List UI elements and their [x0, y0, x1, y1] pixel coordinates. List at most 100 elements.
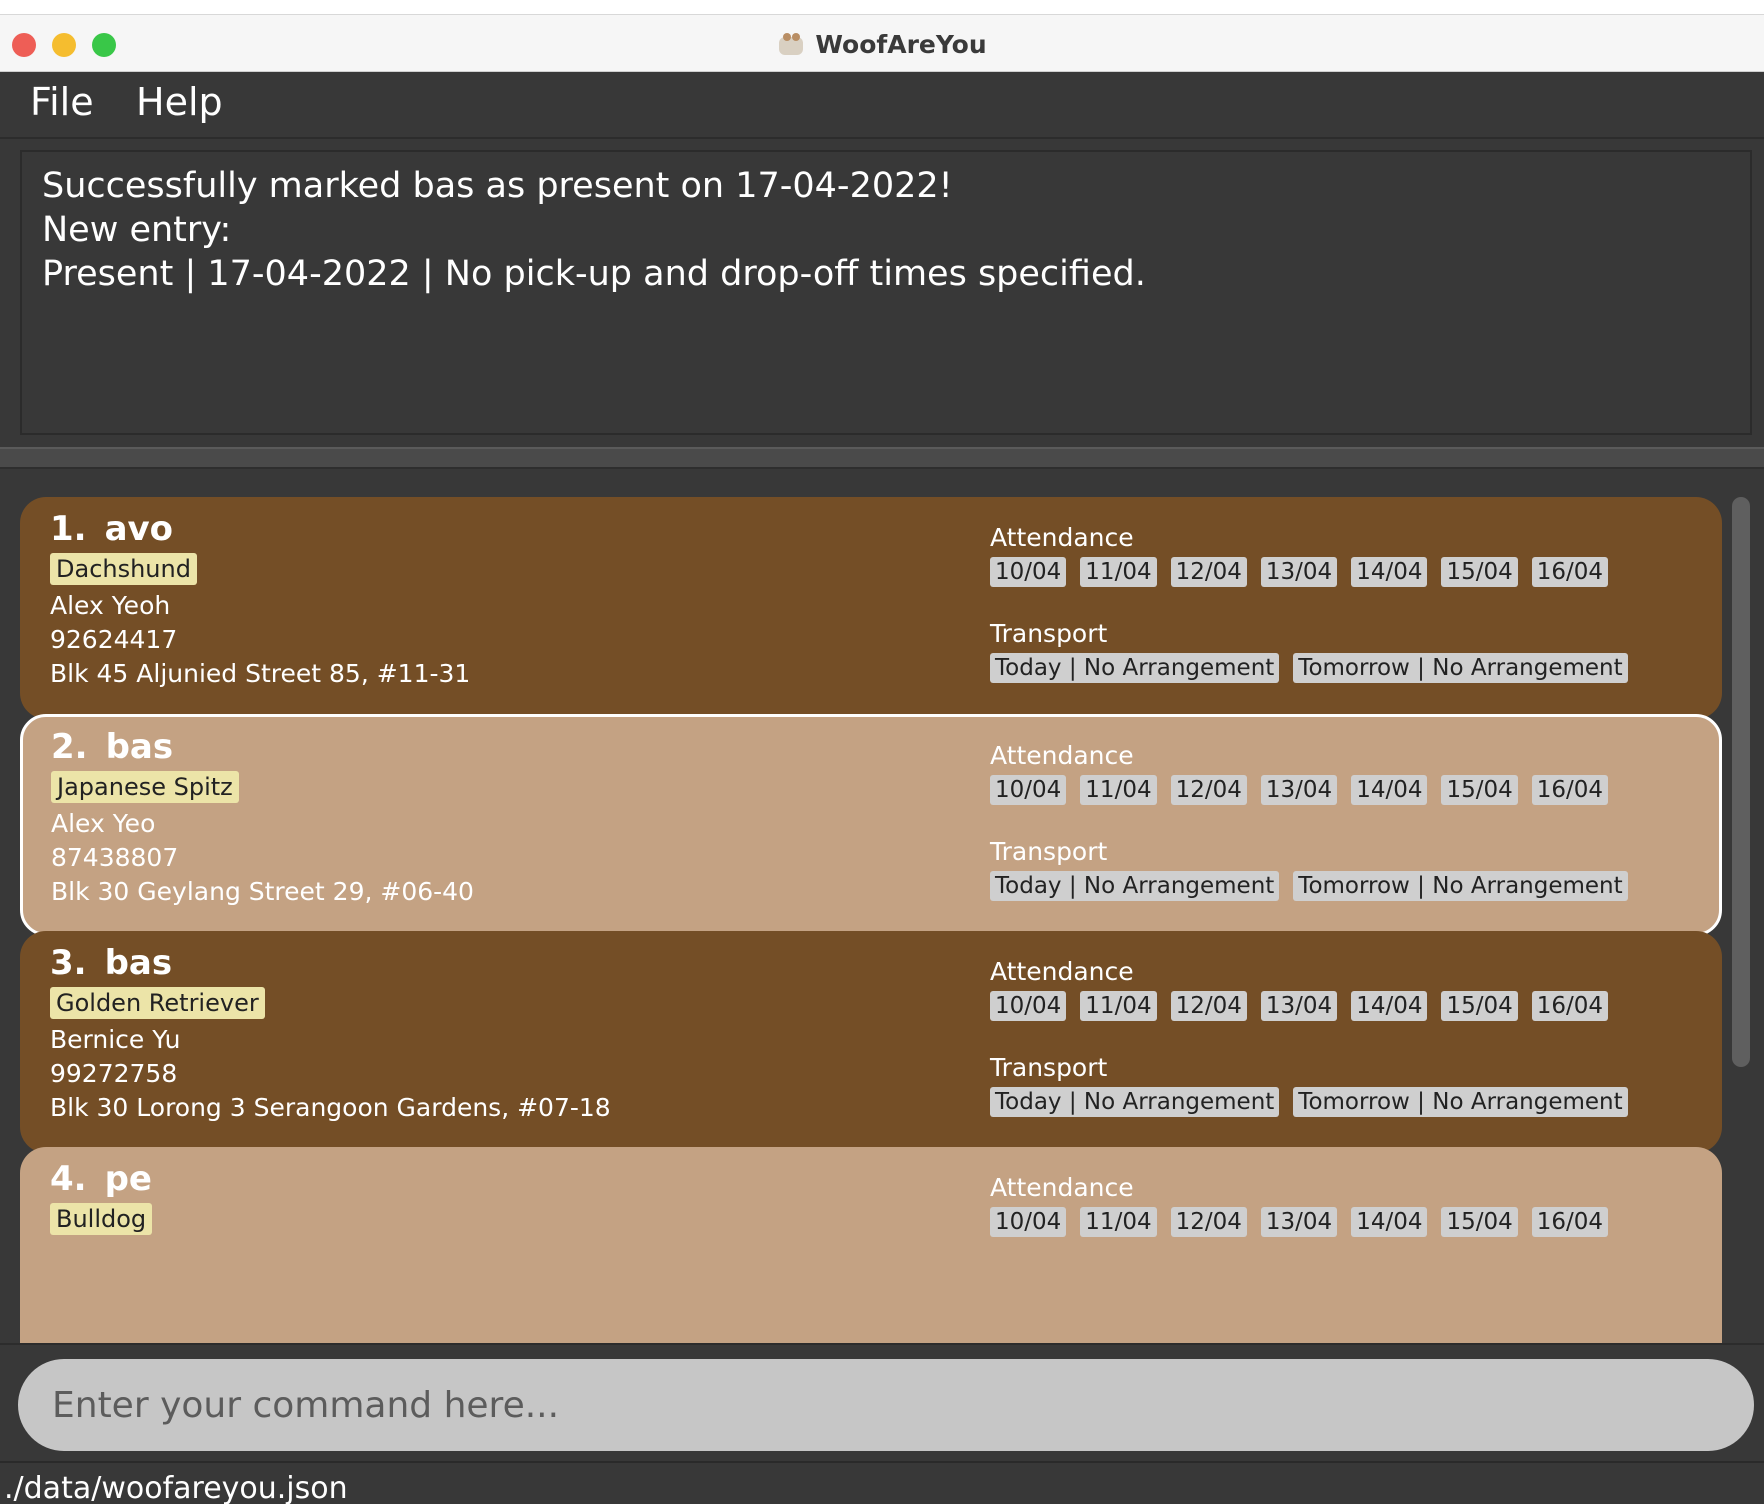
- transport-label: Transport: [990, 619, 1108, 648]
- transport-chip: Tomorrow | No Arrangement: [1293, 1087, 1628, 1117]
- breed-tag: Bulldog: [50, 1203, 153, 1235]
- phone-number: 99272758: [50, 1059, 178, 1088]
- pet-card-info: 3. bas Golden Retriever Bernice Yu 992727…: [50, 941, 611, 1125]
- dog-app-icon: [777, 31, 805, 57]
- transport-chip: Today | No Arrangement: [990, 1087, 1280, 1117]
- transport-label: Transport: [990, 837, 1108, 866]
- address: Blk 45 Aljunied Street 85, #11-31: [50, 659, 471, 688]
- attendance-chip: 12/04: [1170, 991, 1247, 1021]
- pet-card-status: Attendance 10/04 11/04 12/04 13/04 14/04…: [990, 1171, 1609, 1237]
- attendance-chip: 10/04: [990, 775, 1067, 805]
- attendance-chip: 13/04: [1260, 775, 1338, 805]
- attendance-chip: 12/04: [1170, 775, 1247, 805]
- attendance-chip: 13/04: [1260, 991, 1338, 1021]
- attendance-chip: 15/04: [1441, 991, 1518, 1021]
- result-line: Successfully marked bas as present on 17…: [42, 166, 953, 206]
- pet-card-header: 2. bas: [51, 725, 474, 769]
- attendance-label: Attendance: [990, 523, 1134, 552]
- attendance-chip: 16/04: [1531, 557, 1609, 587]
- attendance-chip: 15/04: [1441, 557, 1518, 587]
- transport-chips: Today | No Arrangement Tomorrow | No Arr…: [990, 653, 1628, 683]
- result-display[interactable]: Successfully marked bas as present on 17…: [20, 150, 1752, 435]
- attendance-chip: 13/04: [1260, 557, 1338, 587]
- phone-number: 87438807: [51, 843, 179, 872]
- transport-chips: Today | No Arrangement Tomorrow | No Arr…: [990, 871, 1628, 901]
- breed-tag: Golden Retriever: [50, 987, 265, 1019]
- attendance-chips: 10/04 11/04 12/04 13/04 14/04 15/04 16/0…: [990, 1207, 1609, 1237]
- attendance-chip: 14/04: [1351, 557, 1428, 587]
- pet-card[interactable]: 1. avo Dachshund Alex Yeoh 92624417 Blk 4…: [20, 497, 1722, 719]
- attendance-chip: 11/04: [1080, 557, 1157, 587]
- transport-chip: Tomorrow | No Arrangement: [1293, 653, 1628, 683]
- attendance-chip: 14/04: [1351, 991, 1428, 1021]
- transport-chips: Today | No Arrangement Tomorrow | No Arr…: [990, 1087, 1628, 1117]
- address: Blk 30 Geylang Street 29, #06-40: [51, 877, 474, 906]
- pet-index: 3.: [50, 943, 87, 983]
- attendance-chips: 10/04 11/04 12/04 13/04 14/04 15/04 16/0…: [990, 991, 1628, 1021]
- pet-card[interactable]: 4. pe Bulldog Attendance 10/04 11/04 12/0…: [20, 1147, 1722, 1343]
- result-line: New entry:: [42, 210, 232, 250]
- pet-card[interactable]: 3. bas Golden Retriever Bernice Yu 992727…: [20, 931, 1722, 1153]
- attendance-label: Attendance: [990, 957, 1134, 986]
- attendance-chip: 14/04: [1351, 1207, 1428, 1237]
- attendance-chip: 10/04: [990, 1207, 1067, 1237]
- breed-tag: Japanese Spitz: [51, 771, 239, 803]
- window-title: WoofAreYou: [815, 29, 987, 59]
- menu-bar: File Help: [0, 72, 1764, 139]
- transport-chip: Tomorrow | No Arrangement: [1293, 871, 1628, 901]
- pet-name: bas: [105, 727, 174, 767]
- title-wrap: WoofAreYou: [0, 15, 1764, 73]
- pet-card-header: 3. bas: [50, 941, 611, 985]
- address: Blk 30 Lorong 3 Serangoon Gardens, #07-1…: [50, 1093, 611, 1122]
- pet-card-header: 1. avo: [50, 507, 470, 551]
- phone-number: 92624417: [50, 625, 178, 654]
- pet-card-info: 1. avo Dachshund Alex Yeoh 92624417 Blk 4…: [50, 507, 470, 691]
- pane-divider[interactable]: [0, 447, 1764, 469]
- attendance-chips: 10/04 11/04 12/04 13/04 14/04 15/04 16/0…: [990, 557, 1628, 587]
- pet-list[interactable]: 1. avo Dachshund Alex Yeoh 92624417 Blk 4…: [0, 469, 1764, 1343]
- pet-card-header: 4. pe: [50, 1157, 152, 1201]
- pet-card-status: Attendance 10/04 11/04 12/04 13/04 14/04…: [990, 521, 1628, 683]
- breed-tag: Dachshund: [50, 553, 197, 585]
- attendance-chip: 12/04: [1170, 1207, 1247, 1237]
- attendance-chip: 12/04: [1170, 557, 1247, 587]
- pet-name: pe: [104, 1159, 152, 1199]
- list-scrollbar[interactable]: [1732, 497, 1750, 1067]
- menu-help[interactable]: Help: [136, 80, 223, 124]
- status-bar: ./data/woofareyou.json: [0, 1461, 1764, 1506]
- command-input[interactable]: [18, 1359, 1754, 1451]
- attendance-chip: 10/04: [990, 991, 1067, 1021]
- pet-card-status: Attendance 10/04 11/04 12/04 13/04 14/04…: [990, 955, 1628, 1117]
- attendance-chip: 11/04: [1080, 991, 1157, 1021]
- transport-section: Transport Today | No Arrangement Tomorro…: [990, 835, 1628, 901]
- attendance-chip: 16/04: [1531, 775, 1609, 805]
- pet-card-info: 4. pe Bulldog: [50, 1157, 153, 1239]
- save-file-path: ./data/woofareyou.json: [4, 1471, 348, 1506]
- attendance-label: Attendance: [990, 1173, 1134, 1202]
- attendance-chip: 10/04: [990, 557, 1067, 587]
- window-title-bar: WoofAreYou: [0, 14, 1764, 72]
- result-display-region: Successfully marked bas as present on 17…: [0, 139, 1764, 447]
- transport-chip: Today | No Arrangement: [990, 871, 1280, 901]
- owner-name: Alex Yeoh: [50, 591, 171, 620]
- owner-name: Bernice Yu: [50, 1025, 181, 1054]
- transport-section: Transport Today | No Arrangement Tomorro…: [990, 617, 1628, 683]
- transport-chip: Today | No Arrangement: [990, 653, 1280, 683]
- pet-card-selected[interactable]: 2. bas Japanese Spitz Alex Yeo 87438807 B…: [20, 714, 1722, 936]
- attendance-chip: 15/04: [1441, 775, 1518, 805]
- attendance-chip: 15/04: [1441, 1207, 1518, 1237]
- command-box-region: [0, 1343, 1764, 1461]
- owner-name: Alex Yeo: [51, 809, 156, 838]
- pet-index: 4.: [50, 1159, 87, 1199]
- pet-name: bas: [104, 943, 173, 983]
- attendance-chip: 13/04: [1260, 1207, 1338, 1237]
- pet-card-info: 2. bas Japanese Spitz Alex Yeo 87438807 B…: [51, 725, 474, 909]
- attendance-chips: 10/04 11/04 12/04 13/04 14/04 15/04 16/0…: [990, 775, 1628, 805]
- menu-file[interactable]: File: [30, 80, 94, 124]
- attendance-chip: 11/04: [1080, 1207, 1157, 1237]
- result-line: Present | 17-04-2022 | No pick-up and dr…: [42, 254, 1146, 294]
- pet-index: 2.: [51, 727, 88, 767]
- attendance-label: Attendance: [990, 741, 1134, 770]
- pet-name: avo: [104, 509, 174, 549]
- pet-card-status: Attendance 10/04 11/04 12/04 13/04 14/04…: [990, 739, 1628, 901]
